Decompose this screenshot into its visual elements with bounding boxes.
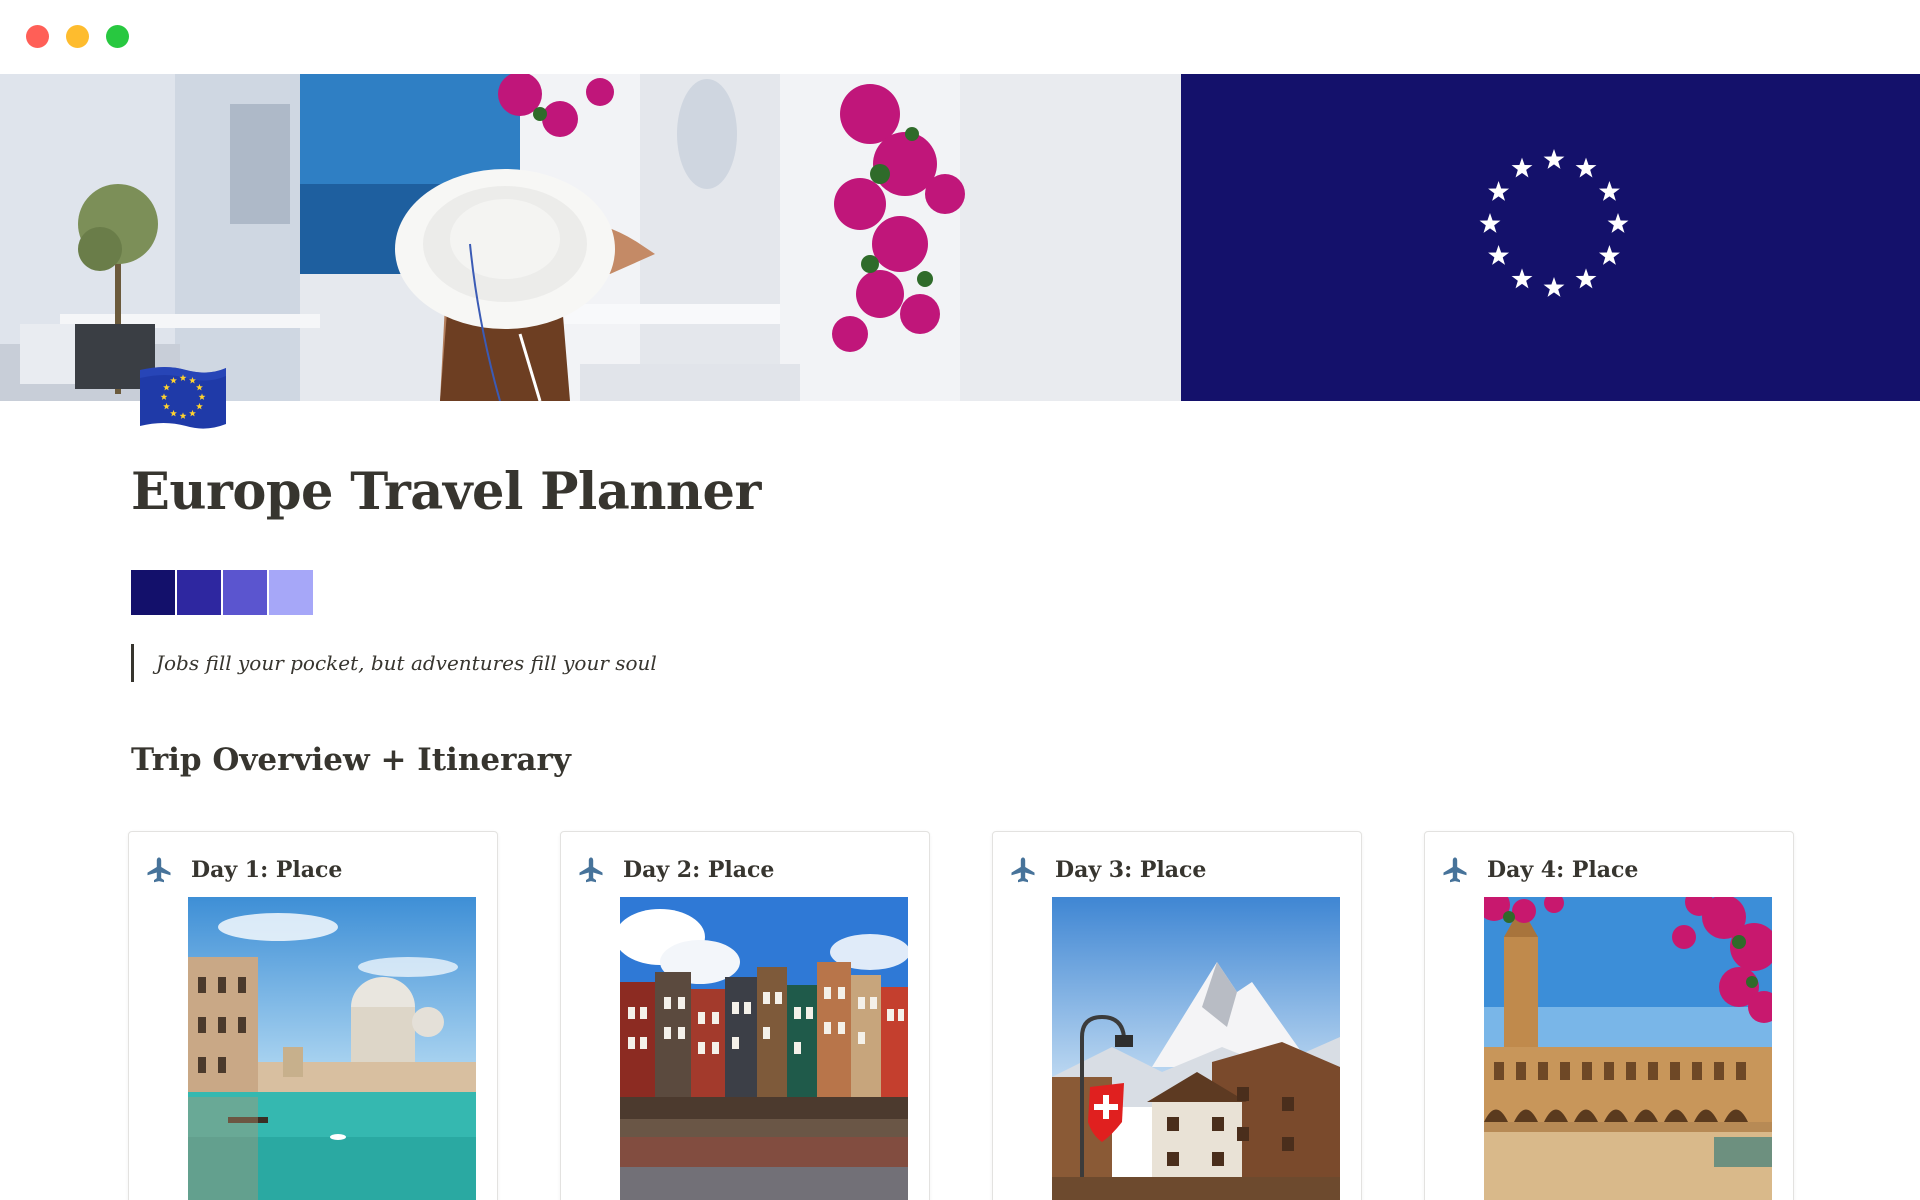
itinerary-card-day-4[interactable]: Day 4: Place xyxy=(1424,831,1794,1200)
window-zoom-button[interactable] xyxy=(106,25,129,48)
section-heading-trip-overview[interactable]: Trip Overview + Itinerary xyxy=(131,742,571,778)
page-title[interactable]: Europe Travel Planner xyxy=(131,462,761,522)
airplane-icon xyxy=(579,857,603,883)
zermatt-matterhorn-image xyxy=(1052,897,1340,1200)
page-cover[interactable] xyxy=(0,74,1920,401)
itinerary-card-day-1[interactable]: Day 1: Place xyxy=(128,831,498,1200)
card-header: Day 1: Place xyxy=(145,856,342,884)
card-header: Day 4: Place xyxy=(1441,856,1638,884)
cover-photo-santorini xyxy=(0,74,1181,401)
card-header: Day 3: Place xyxy=(1009,856,1206,884)
window-close-button[interactable] xyxy=(26,25,49,48)
card-header: Day 2: Place xyxy=(577,856,774,884)
window-minimize-button[interactable] xyxy=(66,25,89,48)
palette-swatch-1 xyxy=(131,570,175,615)
quote-text: Jobs fill your pocket, but adventures fi… xyxy=(156,651,657,675)
itinerary-gallery: Day 1: Place Day 2: Place Day 3: Place D… xyxy=(128,831,1794,1200)
airplane-icon xyxy=(147,857,171,883)
seville-plaza-de-espana-image xyxy=(1484,897,1772,1200)
eu-flag-emoji-icon[interactable] xyxy=(136,362,230,432)
palette-swatch-3 xyxy=(223,570,267,615)
venice-grand-canal-image xyxy=(188,897,476,1200)
cover-eu-flag xyxy=(1181,74,1920,401)
itinerary-card-day-3[interactable]: Day 3: Place xyxy=(992,831,1362,1200)
amsterdam-canal-houses-image xyxy=(620,897,908,1200)
palette-swatch-2 xyxy=(177,570,221,615)
card-title: Day 3: Place xyxy=(1055,857,1207,883)
card-title: Day 1: Place xyxy=(191,857,343,883)
airplane-icon xyxy=(1443,857,1467,883)
itinerary-card-day-2[interactable]: Day 2: Place xyxy=(560,831,930,1200)
palette-swatch-4 xyxy=(269,570,313,615)
card-title: Day 2: Place xyxy=(623,857,775,883)
window-titlebar xyxy=(0,0,1920,74)
color-palette xyxy=(131,570,313,615)
airplane-icon xyxy=(1011,857,1035,883)
quote-block[interactable]: Jobs fill your pocket, but adventures fi… xyxy=(131,644,657,682)
card-title: Day 4: Place xyxy=(1487,857,1639,883)
